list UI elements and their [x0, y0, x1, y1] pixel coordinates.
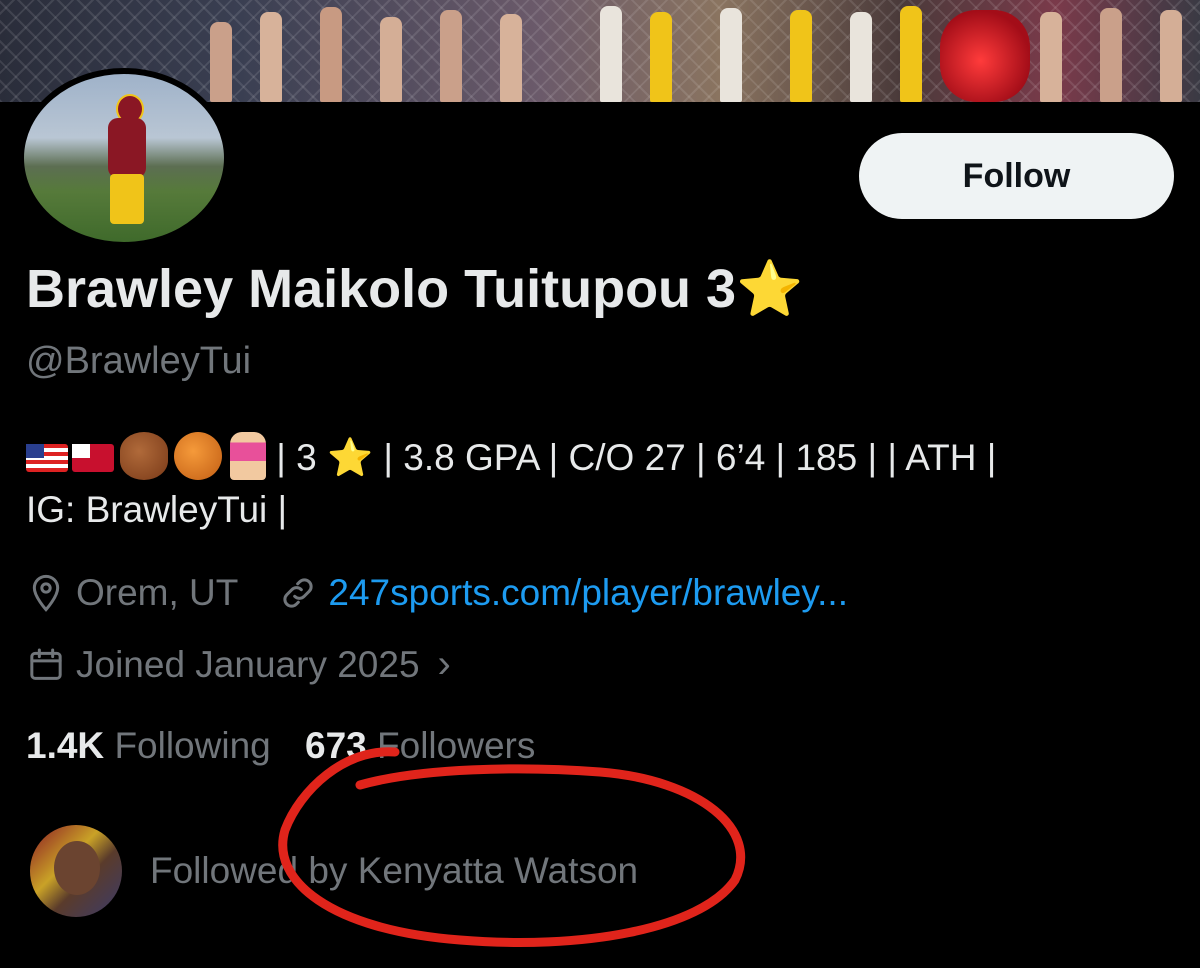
profile-display-name: Brawley Maikolo Tuitupou 3⭐ — [26, 258, 803, 321]
star-emoji: ⭐ — [736, 259, 804, 319]
banner-figure — [790, 10, 812, 102]
banner-figure — [320, 7, 342, 102]
link-icon — [283, 578, 313, 608]
follower-avatar[interactable] — [30, 825, 122, 917]
banner-figure — [720, 8, 742, 102]
followers-count: 673 — [305, 725, 367, 766]
profile-meta-row: Orem, UT 247sports.com/player/brawley... — [26, 572, 888, 614]
profile-bio: | 3 ⭐ | 3.8 GPA | C/O 27 | 6’4 | 185 | |… — [26, 432, 1176, 536]
bio-text-stats: | 3.8 GPA | C/O 27 | 6’4 | 185 | | ATH | — [373, 437, 997, 478]
follow-stats: 1.4K Following 673 Followers — [26, 725, 535, 767]
profile-handle: @BrawleyTui — [26, 340, 252, 382]
location-text: Orem, UT — [76, 572, 239, 613]
banner-figure — [1100, 8, 1122, 102]
banner-figure — [1160, 10, 1182, 102]
bio-instagram: IG: BrawleyTui | — [26, 489, 288, 530]
banner-figure — [600, 6, 622, 102]
runner-icon — [230, 432, 266, 480]
followers-stat[interactable]: 673 Followers — [305, 725, 535, 766]
location-item: Orem, UT — [26, 572, 238, 614]
banner-figure — [900, 6, 922, 102]
banner-figure — [380, 17, 402, 102]
tonga-flag-icon — [72, 444, 114, 472]
followed-by-text: Followed by Kenyatta Watson — [150, 850, 639, 891]
football-icon — [120, 432, 168, 480]
followers-label: Followers — [377, 725, 536, 766]
joined-text: Joined January 2025 — [76, 643, 420, 685]
us-flag-icon — [26, 444, 68, 472]
avatar-player-jersey — [108, 118, 146, 178]
following-count: 1.4K — [26, 725, 105, 766]
banner-figure — [260, 12, 282, 102]
banner-figure — [650, 12, 672, 102]
website-item[interactable]: 247sports.com/player/brawley... — [278, 572, 848, 614]
display-name-text: Brawley Maikolo Tuitupou 3 — [26, 259, 737, 319]
follow-button[interactable]: Follow — [859, 133, 1174, 219]
joined-row[interactable]: Joined January 2025 › — [26, 642, 451, 687]
banner-figure — [500, 14, 522, 102]
following-label: Following — [114, 725, 271, 766]
profile-avatar[interactable] — [18, 68, 230, 248]
avatar-player-pants — [110, 174, 144, 224]
bio-star-icon: ⭐ — [327, 437, 374, 478]
banner-figure — [1040, 12, 1062, 102]
bio-text-stars-prefix: | 3 — [276, 437, 328, 478]
banner-red-decoration — [940, 10, 1030, 102]
following-stat[interactable]: 1.4K Following — [26, 725, 271, 766]
followed-by-row[interactable]: Followed by Kenyatta Watson — [30, 825, 638, 917]
calendar-icon — [30, 648, 62, 680]
banner-figure — [440, 10, 462, 102]
banner-figure — [210, 22, 232, 102]
banner-figure — [850, 12, 872, 102]
chevron-right-icon: › — [437, 642, 451, 686]
map-pin-icon — [32, 574, 60, 612]
website-link[interactable]: 247sports.com/player/brawley... — [328, 572, 848, 614]
basketball-icon — [174, 432, 222, 480]
